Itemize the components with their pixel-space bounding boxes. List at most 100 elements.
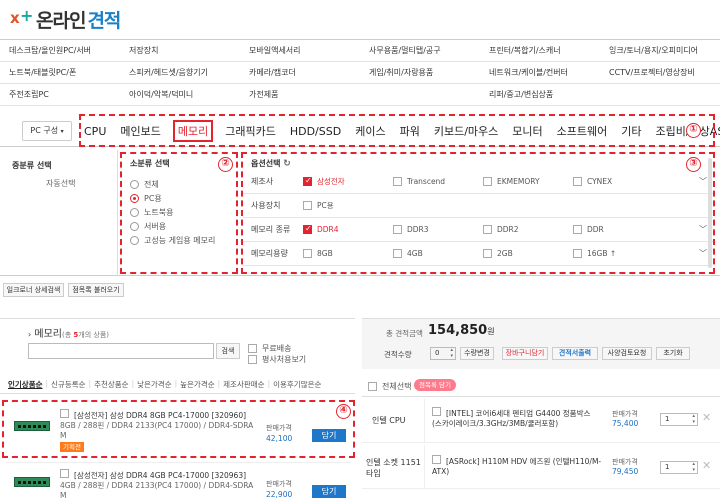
estimate-item-divider — [424, 399, 425, 443]
estimate-summary — [362, 319, 720, 369]
sort-tab-popular[interactable]: 인기상품순 — [8, 379, 43, 390]
ram-image[interactable] — [14, 477, 50, 487]
add-to-estimate-button[interactable]: 담기 — [312, 485, 346, 498]
price-view-checkbox[interactable]: 평사처용보기 — [248, 352, 306, 366]
badge-2: ② — [218, 157, 233, 172]
pc-config-label: PC 구성 — [30, 126, 59, 135]
price-label: 판매가격 — [612, 410, 638, 418]
price-value: 22,900 — [266, 490, 293, 499]
remove-item-icon[interactable]: ✕ — [702, 411, 711, 424]
reset-button[interactable]: 초기화 — [656, 347, 690, 360]
category-row: 데스크탑/올인원PC/서버 저장장치 모바일액세서리 사무용품/멀티탭/공구 프… — [0, 40, 720, 62]
badge-3: ③ — [686, 157, 701, 172]
item-qty-stepper[interactable]: 1 — [660, 413, 698, 426]
category-link[interactable]: 저장장치 — [120, 40, 240, 61]
category-link[interactable]: 잉크/토너/용지/오피미디어 — [600, 40, 720, 61]
estimate-item-name[interactable]: [ASRock] H110M HDV 에즈원 (인텔H110/M-ATX) — [432, 455, 602, 477]
sort-tab-reviews[interactable]: 이용후기많은순 — [273, 379, 321, 390]
add-cart-button[interactable]: 장바구니담기 — [502, 347, 548, 360]
category-link[interactable]: 게임/취미/자랑용품 — [360, 62, 480, 83]
badge-4: ④ — [336, 404, 351, 419]
chevron-right-icon: › — [28, 330, 32, 339]
price-value: 75,400 — [612, 419, 639, 428]
mid-category-column: 중분류 선택 자동선택 — [0, 150, 118, 276]
checkbox-icon[interactable] — [60, 469, 69, 478]
load-list-button[interactable]: 점목록 불러오기 — [68, 283, 124, 297]
category-link[interactable]: 스피커/헤드셋/음향기기 — [120, 62, 240, 83]
estimate-item-name[interactable]: [INTEL] 코어i6세대 펜티엄 G4400 정품박스 (스카이레이크/3.… — [432, 407, 602, 429]
price-label: 판매가격 — [612, 458, 638, 466]
mid-category-value[interactable]: 자동선택 — [46, 178, 75, 189]
site-logo[interactable]: x + 온라인 견적 — [10, 6, 121, 32]
category-row: 주전조립PC 아이덕/악복/덕미니 가전제품 리퍼/중고/변심상품 — [0, 84, 720, 106]
highlight-box-1 — [79, 114, 715, 147]
sort-divider — [0, 393, 355, 394]
qty-label: 견적수량 — [384, 350, 412, 359]
item-qty-stepper[interactable]: 1 — [660, 461, 698, 474]
detail-search-button[interactable]: 일크로너 상세검색 — [3, 283, 64, 297]
product-item: [삼성전자] 삼성 DDR4 4GB PC4-17000 [320963] 4G… — [6, 462, 351, 501]
checkbox-icon[interactable] — [432, 455, 441, 464]
print-estimate-button[interactable]: 견적서출력 — [552, 347, 598, 360]
sort-tab-new[interactable]: 신규등록순 — [51, 379, 86, 390]
estimate-qty-stepper[interactable]: 0 — [430, 347, 456, 360]
category-link[interactable]: 모바일액세서리 — [240, 40, 360, 61]
estimate-panel: 총 견적금액 154,850원 견적수량 0 수량변경 장바구니담기 견적서출력… — [362, 318, 720, 501]
spec-review-button[interactable]: 사양검토요청 — [602, 347, 652, 360]
estimate-item-divider — [424, 445, 425, 489]
category-link[interactable] — [600, 84, 720, 105]
price-label: 판매가격 — [266, 480, 292, 488]
estimate-item-category: 인텔 소켓 1151 타입 — [366, 458, 421, 478]
select-all-checkbox[interactable]: 전체선택 — [368, 379, 411, 393]
estimate-item-category: 인텔 CPU — [372, 416, 406, 425]
product-spec: 4GB / 288핀 / DDR4 2133(PC4 17000) / DDR4… — [60, 481, 254, 490]
category-link[interactable]: 데스크탑/올인원PC/서버 — [0, 40, 120, 61]
badge-1: ① — [686, 123, 701, 138]
estimate-item: 인텔 CPU [INTEL] 코어i6세대 펜티엄 G4400 정품박스 (스카… — [362, 399, 720, 443]
product-info: [삼성전자] 삼성 DDR4 4GB PC4-17000 [320963] 4G… — [60, 469, 260, 501]
remove-item-icon[interactable]: ✕ — [702, 459, 711, 472]
logo-mark-icon: x + — [10, 6, 34, 27]
total-label: 총 견적금액 — [386, 329, 423, 338]
logo-text-online: 온라인 — [36, 9, 86, 32]
highlight-box-4 — [2, 400, 355, 458]
category-link[interactable]: 노트북/태블릿PC/폰 — [0, 62, 120, 83]
chevron-down-icon: ▾ — [60, 128, 64, 135]
category-link[interactable]: 프린터/복합기/스캐너 — [480, 40, 600, 61]
list-title: › 메모리(총 5개의 상품) — [28, 329, 109, 340]
price-value: 79,450 — [612, 467, 639, 476]
logo-text-estimate: 견적 — [87, 9, 121, 32]
pc-config-dropdown[interactable]: PC 구성 ▾ — [22, 121, 72, 141]
sort-tab-high-price[interactable]: 높은가격순 — [180, 379, 215, 390]
sort-tab-maker[interactable]: 제조사판매순 — [223, 379, 264, 390]
category-link[interactable]: CCTV/프로젝터/영상장비 — [600, 62, 720, 83]
mid-category-title: 중분류 선택 — [12, 161, 52, 170]
estimate-item: 인텔 소켓 1151 타입 [ASRock] H110M HDV 에즈원 (인텔… — [362, 445, 720, 489]
product-title[interactable]: [삼성전자] 삼성 DDR4 4GB PC4-17000 [320963] — [60, 469, 260, 481]
highlight-box-3 — [241, 152, 715, 274]
search-button[interactable]: 검색 — [216, 343, 240, 359]
sort-tab-recommend[interactable]: 추천상품순 — [94, 379, 129, 390]
checkbox-icon — [248, 354, 257, 364]
product-spec-cont: M — [60, 491, 67, 500]
sort-tab-low-price[interactable]: 낮은가격순 — [137, 379, 172, 390]
checkbox-icon[interactable] — [432, 407, 441, 416]
change-qty-button[interactable]: 수량변경 — [460, 347, 494, 360]
category-link[interactable]: 리퍼/중고/변심상품 — [480, 84, 600, 105]
category-row: 노트북/태블릿PC/폰 스피커/헤드셋/음향기기 카메라/캠코더 게임/취미/자… — [0, 62, 720, 84]
product-list-panel: › 메모리(총 5개의 상품) 검색 무료배송 평사처용보기 인기상품순 | 신규… — [0, 318, 355, 501]
category-link[interactable]: 사무용품/멀티탭/공구 — [360, 40, 480, 61]
sort-tabs: 인기상품순 | 신규등록순 | 추천상품순 | 낮은가격순 | 높은가격순 | 제조사판매… — [8, 379, 322, 390]
category-link[interactable]: 주전조립PC — [0, 84, 120, 105]
category-link[interactable]: 네트워크/케이블/컨버터 — [480, 62, 600, 83]
category-link[interactable]: 가전제품 — [240, 84, 360, 105]
save-list-button[interactable]: 점목록 담기 — [414, 379, 456, 391]
category-link[interactable]: 아이덕/악복/덕미니 — [120, 84, 240, 105]
estimate-divider — [362, 396, 720, 397]
category-grid: 데스크탑/올인원PC/서버 저장장치 모바일액세서리 사무용품/멀티탭/공구 프… — [0, 39, 720, 106]
category-link[interactable]: 카메라/캠코더 — [240, 62, 360, 83]
checkbox-icon — [368, 381, 377, 391]
total-value: 154,850원 — [428, 323, 495, 338]
search-input[interactable] — [28, 343, 214, 359]
category-link[interactable] — [360, 84, 480, 105]
